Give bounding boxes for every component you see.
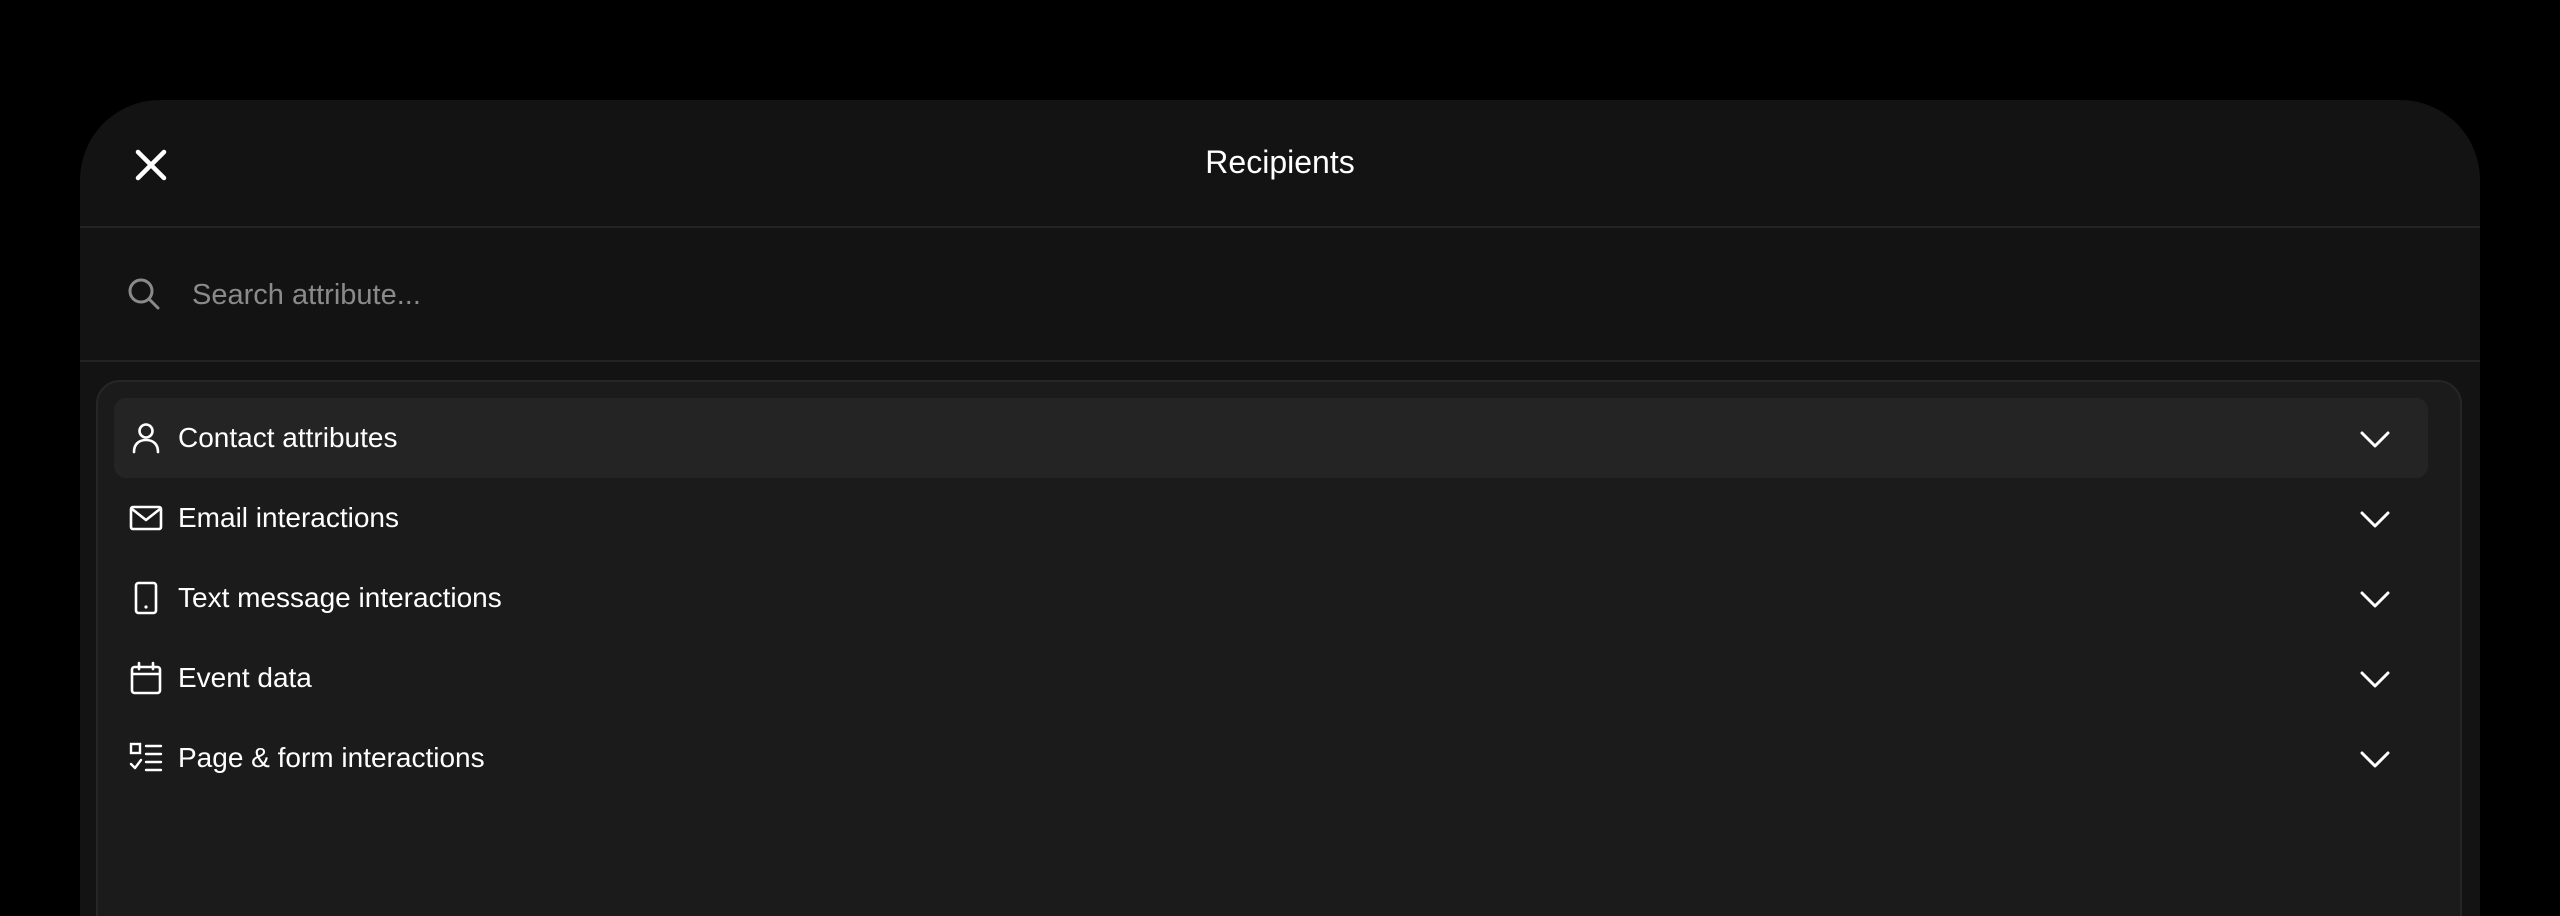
- page-title: Recipients: [1205, 144, 1355, 180]
- chevron-down-icon: [2360, 591, 2390, 608]
- chevron-down-icon: [2360, 751, 2390, 768]
- phone-icon: [134, 581, 158, 615]
- category-item-event-data[interactable]: Event data: [114, 638, 2428, 718]
- search-icon: [128, 278, 160, 310]
- category-label: Event data: [178, 662, 312, 693]
- category-item-page-form-interactions[interactable]: Page & form interactions: [114, 718, 2428, 798]
- user-icon: [132, 423, 160, 454]
- category-item-email-interactions[interactable]: Email interactions: [114, 478, 2428, 558]
- category-list: Contact attributes Email interactions Te…: [114, 398, 2428, 798]
- category-label: Text message interactions: [178, 582, 502, 613]
- attribute-panel: Contact attributes Email interactions Te…: [96, 380, 2462, 916]
- category-label: Email interactions: [178, 502, 399, 533]
- sheet-header: Recipients: [80, 100, 2480, 228]
- category-item-contact-attributes[interactable]: Contact attributes: [114, 398, 2428, 478]
- category-item-text-message-interactions[interactable]: Text message interactions: [114, 558, 2428, 638]
- chevron-down-icon: [2360, 511, 2390, 528]
- category-label: Page & form interactions: [178, 742, 485, 773]
- search-bar: [80, 228, 2480, 362]
- calendar-icon: [130, 661, 162, 695]
- checklist-icon: [129, 742, 163, 772]
- category-label: Contact attributes: [178, 422, 398, 453]
- search-input[interactable]: [190, 264, 2394, 326]
- recipients-sheet: Recipients Contact attributes: [80, 100, 2480, 916]
- envelope-icon: [129, 505, 163, 531]
- chevron-down-icon: [2360, 671, 2390, 688]
- chevron-down-icon: [2360, 431, 2390, 448]
